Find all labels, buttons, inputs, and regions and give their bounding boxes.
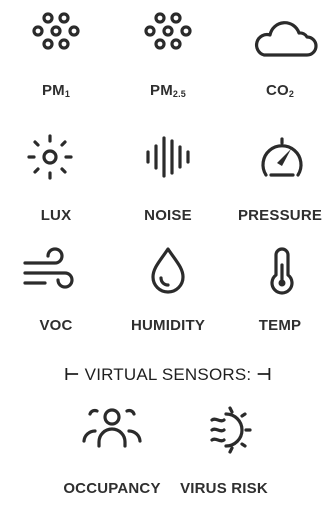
- gauge-icon: [261, 137, 303, 177]
- left-bracket-icon: ⊢: [63, 365, 80, 384]
- sensor-label: VOC: [39, 317, 73, 334]
- sensor-tile-noise[interactable]: NOISE: [112, 125, 224, 235]
- wind-icon: [23, 247, 74, 289]
- droplet-icon: [151, 247, 185, 294]
- sensor-label: PM2.5: [149, 82, 187, 99]
- virtual-sensors-title: VIRTUAL SENSORS:: [84, 365, 252, 384]
- sensor-tile-pressure[interactable]: PRESSURE: [224, 125, 336, 235]
- people-group-icon: [82, 408, 142, 448]
- virtual-sensors-heading: ⊢ VIRTUAL SENSORS: ⊣: [0, 365, 336, 385]
- sensor-label: LUX: [40, 207, 72, 224]
- sensor-label: PM1: [41, 82, 71, 99]
- sensor-label: CO2: [265, 82, 295, 99]
- right-bracket-icon: ⊣: [256, 365, 272, 384]
- sensor-tile-occupancy[interactable]: OCCUPANCY: [56, 398, 168, 508]
- sensor-label: PRESSURE: [237, 207, 323, 224]
- sensor-label: TEMP: [258, 317, 302, 334]
- sun-icon: [27, 134, 73, 180]
- sensor-tile-humidity[interactable]: HUMIDITY: [112, 235, 224, 345]
- sensor-label: OCCUPANCY: [63, 480, 161, 497]
- particles-icon: [32, 12, 80, 50]
- cloud-icon: [254, 21, 318, 57]
- sensor-label: HUMIDITY: [130, 317, 206, 334]
- sensor-tile-virus-risk[interactable]: VIRUS RISK: [168, 398, 280, 508]
- sensor-tile-lux[interactable]: LUX: [0, 125, 112, 235]
- sensor-tile-pm25[interactable]: PM2.5: [112, 0, 224, 110]
- particles-icon: [144, 12, 192, 50]
- sensor-tile-co2[interactable]: CO2: [224, 0, 336, 110]
- sound-wave-icon: [146, 136, 190, 178]
- sensor-label: NOISE: [144, 207, 192, 224]
- virus-sun-icon: [210, 406, 252, 454]
- sensor-tile-temp[interactable]: TEMP: [224, 235, 336, 345]
- sensor-tile-voc[interactable]: VOC: [0, 235, 112, 345]
- sensor-label: VIRUS RISK: [180, 480, 268, 497]
- thermometer-icon: [270, 247, 294, 295]
- sensor-tile-pm1[interactable]: PM1: [0, 0, 112, 110]
